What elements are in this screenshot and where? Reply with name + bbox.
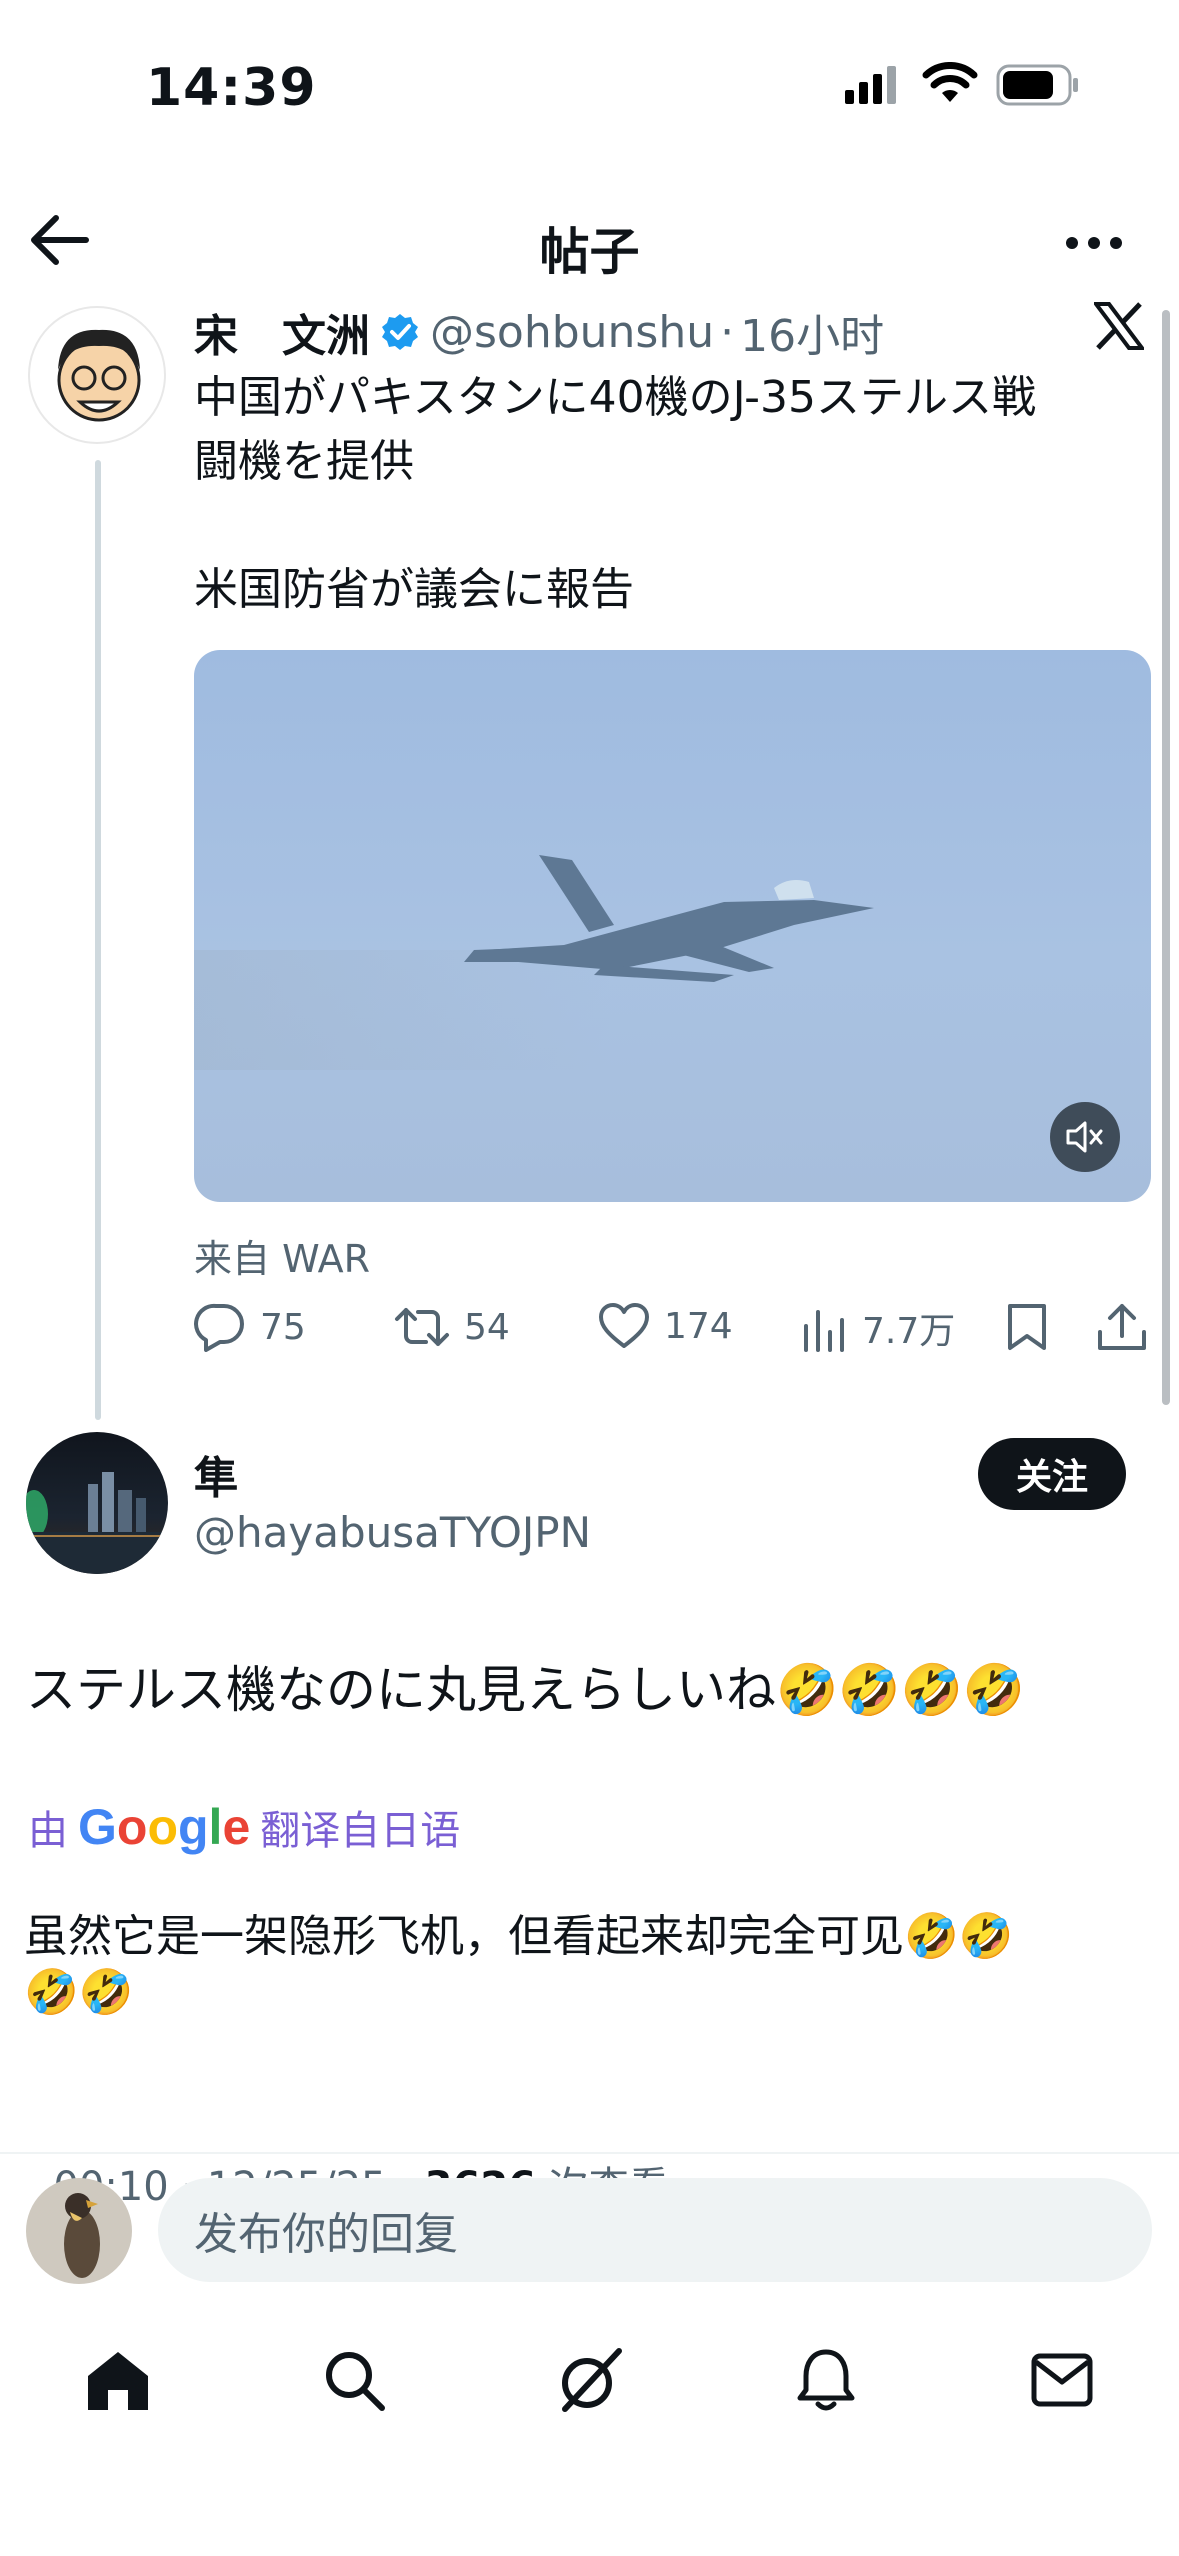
avatar[interactable]	[28, 306, 166, 444]
avatar[interactable]	[26, 1432, 168, 1574]
views-chart-icon	[804, 1310, 844, 1352]
follow-button[interactable]: 关注	[978, 1438, 1126, 1510]
heart-icon	[599, 1303, 649, 1348]
post-text-line-2: 闘機を提供	[194, 436, 414, 487]
author-handle[interactable]: @hayabusaTYOJPN	[194, 1508, 591, 1557]
bell-icon	[797, 2349, 855, 2411]
status-time: 14:39	[146, 58, 317, 118]
post-time[interactable]: 16小时	[740, 300, 884, 364]
translate-prefix: 由	[28, 1808, 68, 1854]
reply-icon	[194, 1303, 244, 1352]
repost-icon	[395, 1308, 449, 1346]
bottom-tab-bar	[0, 2330, 1179, 2430]
like-action[interactable]: 174	[598, 1302, 733, 1350]
post-text: ステルス機なのに丸見えらしいね🤣🤣🤣🤣	[26, 1661, 1026, 1719]
tab-notifications[interactable]	[776, 2330, 876, 2430]
tab-search[interactable]	[304, 2330, 404, 2430]
translation-line-1: 虽然它是一架隐形飞机，但看起来却完全可见🤣🤣	[24, 1911, 1014, 1962]
post-source[interactable]: 来自 WAR	[194, 1228, 370, 1283]
translation-attribution[interactable]: 由 Google 翻译自日语	[28, 1798, 460, 1856]
repost-count: 54	[464, 1306, 510, 1348]
composer-divider	[0, 2152, 1179, 2154]
view-count: 7.7万	[862, 1311, 956, 1352]
verified-badge-icon	[380, 312, 420, 352]
avatar[interactable]	[26, 2178, 132, 2284]
post-text-line-3: 米国防省が議会に報告	[194, 564, 634, 615]
reply-count: 75	[260, 1306, 306, 1348]
page-title: 帖子	[539, 223, 640, 281]
mail-icon	[1031, 2353, 1093, 2407]
separator: ·	[720, 306, 735, 358]
tab-grok[interactable]	[540, 2330, 640, 2430]
author-name[interactable]: 隼	[194, 1442, 238, 1506]
tab-home[interactable]	[68, 2330, 168, 2430]
author-name[interactable]: 宋 文洲	[194, 300, 370, 364]
search-icon	[326, 2352, 385, 2411]
x-logo-icon	[1092, 302, 1146, 354]
reply-action[interactable]: 75	[194, 1302, 306, 1352]
cellular-signal-icon	[845, 64, 901, 108]
thread-connector	[95, 460, 101, 1420]
post-text-line-1: 中国がパキスタンに40機のJ-35ステルス戦	[194, 372, 1036, 423]
views-action[interactable]: 7.7万	[802, 1302, 955, 1354]
battery-icon	[996, 64, 1080, 110]
share-icon[interactable]	[1096, 1302, 1148, 1358]
bookmark-icon[interactable]	[1004, 1302, 1050, 1356]
like-count: 174	[664, 1305, 733, 1347]
more-options-icon[interactable]	[1064, 228, 1124, 262]
mute-button[interactable]	[1050, 1102, 1120, 1172]
repost-action[interactable]: 54	[394, 1302, 510, 1352]
author-handle[interactable]: @sohbunshu	[430, 307, 714, 358]
translation-line-2: 🤣🤣	[24, 1967, 134, 2018]
home-icon	[88, 2352, 148, 2410]
translate-suffix: 翻译自日语	[260, 1808, 461, 1854]
tab-messages[interactable]	[1012, 2330, 1112, 2430]
google-logo: Google	[78, 1799, 251, 1855]
wifi-icon	[922, 62, 978, 108]
video-player[interactable]	[194, 650, 1151, 1202]
grok-icon	[562, 2348, 622, 2412]
speaker-muted-icon	[1066, 1121, 1103, 1153]
scrollbar[interactable]	[1162, 310, 1170, 1405]
reply-input[interactable]: 发布你的回复	[158, 2178, 1152, 2282]
